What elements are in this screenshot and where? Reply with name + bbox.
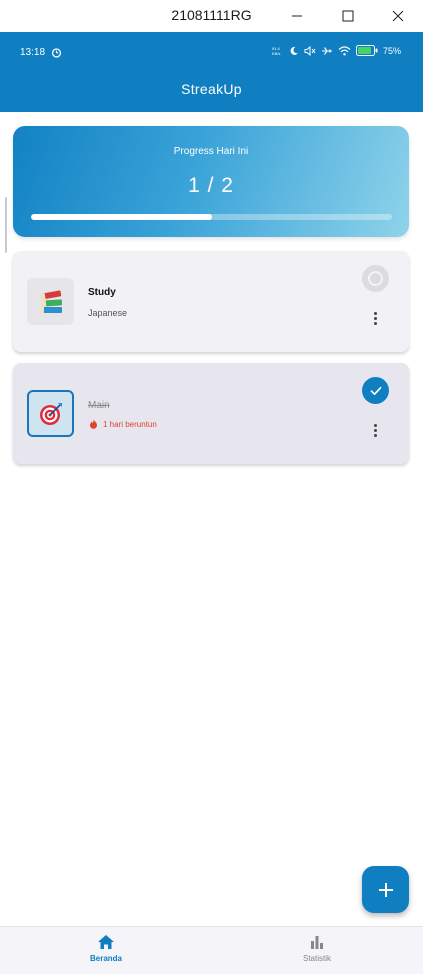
books-icon: [39, 289, 62, 313]
fire-icon: [90, 419, 97, 429]
habit-name: Study: [88, 287, 116, 298]
close-icon: [392, 10, 404, 22]
complete-toggle[interactable]: [362, 377, 389, 404]
nav-label-home: Beranda: [89, 954, 122, 963]
wifi-icon: [338, 45, 351, 55]
airplane-icon: [321, 46, 332, 55]
check-icon: [370, 386, 381, 395]
progress-label: Progress Hari Ini: [173, 146, 249, 157]
unchecked-circle-icon: [368, 271, 383, 286]
app-bar: StreakUp: [0, 72, 423, 112]
close-button[interactable]: [375, 0, 421, 32]
habit-icon-container: [27, 390, 74, 437]
bottom-navigation: Beranda Statistik: [0, 926, 423, 974]
progress-bar-fill: [31, 214, 212, 220]
habit-card[interactable]: Study Japanese: [13, 251, 409, 352]
more-vert-icon: [373, 311, 377, 315]
add-habit-button[interactable]: [362, 866, 409, 913]
maximize-button[interactable]: [325, 0, 371, 32]
habit-subtitle: Japanese: [88, 308, 128, 318]
more-options-button[interactable]: [368, 421, 382, 439]
minimize-button[interactable]: [274, 0, 320, 32]
battery-icon: [355, 45, 378, 56]
streak-info: 1 hari beruntun: [89, 419, 157, 429]
habit-card[interactable]: Main 1 hari beruntun: [13, 363, 409, 464]
mute-icon: [304, 45, 316, 56]
daily-progress-card: Progress Hari Ini 1 / 2: [13, 126, 409, 237]
progress-bar: [31, 214, 392, 220]
progress-count: 1 / 2: [188, 174, 234, 197]
alarm-icon: [51, 48, 62, 58]
network-speed: 91.4 KB/s: [271, 45, 281, 56]
nav-label-statistics: Statistik: [302, 954, 331, 963]
status-time: 13:18: [20, 47, 46, 58]
moon-icon: [290, 46, 298, 55]
target-icon: [39, 402, 62, 425]
more-options-button[interactable]: [368, 309, 382, 327]
streak-text: 1 hari beruntun: [103, 419, 157, 429]
app-window: 21081111RG 13:18 91.4 KB/s 75% StreakUp …: [0, 0, 423, 974]
status-icons: 91.4 KB/s 75%: [272, 45, 401, 56]
scroll-indicator[interactable]: [5, 197, 7, 253]
bar-chart-icon: [311, 936, 323, 949]
complete-toggle[interactable]: [362, 265, 389, 292]
app-title: StreakUp: [181, 81, 242, 97]
status-bar: 13:18 91.4 KB/s 75%: [0, 32, 423, 72]
plus-icon: [378, 882, 393, 897]
habit-icon-container: [27, 278, 74, 325]
nav-item-home[interactable]: Beranda: [66, 934, 146, 963]
habit-name: Main: [88, 400, 110, 411]
more-vert-icon: [373, 423, 377, 427]
home-icon: [98, 935, 114, 949]
nav-item-statistics[interactable]: Statistik: [277, 934, 357, 963]
battery-level: 75%: [382, 45, 401, 56]
minimize-icon: [292, 15, 302, 17]
window-titlebar: 21081111RG: [0, 0, 423, 32]
maximize-icon: [342, 10, 354, 22]
